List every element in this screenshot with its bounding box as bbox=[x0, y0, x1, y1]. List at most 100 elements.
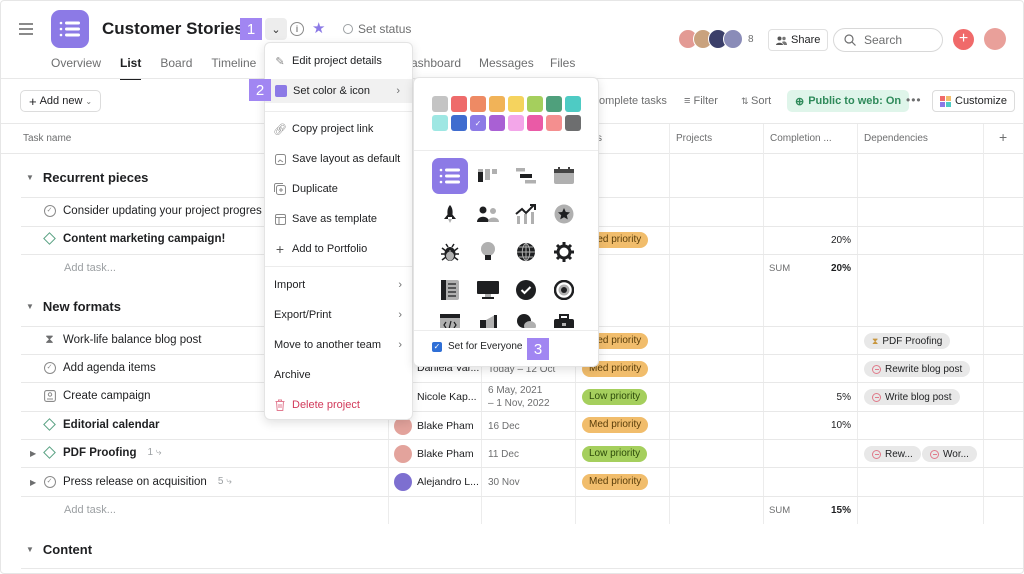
expand-subtasks-icon[interactable]: ▶ bbox=[30, 478, 36, 487]
color-swatch[interactable] bbox=[489, 96, 505, 112]
project-members[interactable]: 8 bbox=[678, 29, 754, 49]
share-button[interactable]: Share bbox=[768, 29, 829, 51]
priority-pill[interactable]: Low priority bbox=[582, 389, 648, 405]
rocket-icon[interactable] bbox=[432, 196, 468, 232]
column-task-name[interactable]: Task name bbox=[23, 133, 71, 144]
due-date[interactable]: 11 Dec bbox=[488, 448, 519, 461]
lightbulb-icon[interactable] bbox=[470, 234, 506, 270]
milestone-diamond-icon[interactable] bbox=[43, 446, 56, 459]
priority-pill[interactable]: Med priority bbox=[582, 474, 649, 490]
color-swatch[interactable] bbox=[451, 115, 467, 131]
color-swatch[interactable] bbox=[432, 115, 448, 131]
check-circle-icon[interactable]: ✓ bbox=[43, 475, 56, 488]
menu-item-delete-project[interactable]: Delete project bbox=[274, 395, 406, 415]
color-swatch[interactable] bbox=[546, 115, 562, 131]
priority-pill[interactable]: Med priority bbox=[582, 417, 649, 433]
subtask-count[interactable]: 1 ⤷ bbox=[147, 447, 161, 458]
menu-item-duplicate[interactable]: Duplicate bbox=[274, 179, 406, 199]
color-swatch[interactable] bbox=[470, 96, 486, 112]
color-swatch[interactable] bbox=[527, 96, 543, 112]
approval-icon[interactable] bbox=[43, 389, 56, 402]
color-swatch[interactable] bbox=[432, 96, 448, 112]
check-icon[interactable] bbox=[508, 272, 544, 308]
task-row[interactable]: PDF Proofing 1 ⤷ bbox=[43, 446, 161, 459]
globe-icon[interactable] bbox=[508, 234, 544, 270]
more-options-icon[interactable]: ••• bbox=[906, 93, 922, 107]
set-status-button[interactable]: Set status bbox=[343, 22, 411, 36]
hourglass-icon[interactable]: ⧗ bbox=[43, 332, 56, 346]
menu-item-set-color-icon[interactable]: Set color & icon › bbox=[265, 79, 412, 103]
add-task-button[interactable]: Add task... bbox=[64, 504, 116, 516]
star-icon[interactable]: ★ bbox=[312, 19, 325, 37]
section-content[interactable]: ▼ Content bbox=[26, 542, 92, 557]
add-task-button[interactable]: Add task... bbox=[64, 262, 116, 274]
collapse-triangle-icon[interactable]: ▼ bbox=[26, 173, 34, 182]
due-date[interactable]: 6 May, 2021 – 1 Nov, 2022 bbox=[488, 384, 550, 410]
task-row[interactable]: ⧗ Work-life balance blog post bbox=[43, 332, 201, 346]
milestone-diamond-icon[interactable] bbox=[43, 232, 56, 245]
set-for-everyone-option[interactable]: ✓ Set for Everyone bbox=[432, 341, 522, 352]
target-icon[interactable] bbox=[546, 272, 582, 308]
task-row[interactable]: Content marketing campaign! bbox=[43, 232, 225, 245]
code-icon[interactable] bbox=[432, 310, 468, 328]
quick-add-button[interactable]: + bbox=[953, 29, 974, 50]
info-icon[interactable]: i bbox=[290, 22, 304, 36]
timeline-icon[interactable] bbox=[508, 158, 544, 194]
star-badge-icon[interactable] bbox=[546, 196, 582, 232]
project-title[interactable]: Customer Stories - bbox=[102, 19, 254, 39]
task-row[interactable]: Create campaign bbox=[43, 389, 151, 402]
bug-icon[interactable] bbox=[432, 234, 468, 270]
column-projects[interactable]: Projects bbox=[676, 133, 712, 144]
calendar-icon[interactable] bbox=[546, 158, 582, 194]
search-input[interactable]: Search bbox=[833, 28, 943, 52]
list-icon[interactable] bbox=[432, 158, 468, 194]
megaphone-icon[interactable] bbox=[470, 310, 506, 328]
section-new-formats[interactable]: ▼ New formats bbox=[26, 299, 121, 314]
menu-item-export-print[interactable]: Export/Print › bbox=[274, 305, 406, 325]
chat-icon[interactable] bbox=[508, 310, 544, 328]
gear-icon[interactable] bbox=[546, 234, 582, 270]
tab-messages[interactable]: Messages bbox=[479, 56, 534, 70]
color-swatch[interactable] bbox=[546, 96, 562, 112]
sort-button[interactable]: ⇅ Sort bbox=[741, 95, 771, 107]
color-swatch[interactable] bbox=[565, 96, 581, 112]
dependency-chip[interactable]: Wor... bbox=[922, 446, 977, 462]
color-swatch[interactable] bbox=[508, 115, 524, 131]
subtask-count[interactable]: 5 ⤷ bbox=[218, 476, 232, 487]
menu-item-save-layout[interactable]: Save layout as default bbox=[274, 149, 406, 169]
add-new-button[interactable]: + Add new ⌄ bbox=[20, 90, 102, 112]
people-icon[interactable] bbox=[470, 196, 506, 232]
color-swatch[interactable] bbox=[489, 115, 505, 131]
customize-button[interactable]: Customize bbox=[932, 90, 1015, 112]
dependency-chip[interactable]: Rewrite blog post bbox=[864, 361, 971, 377]
color-swatch[interactable] bbox=[508, 96, 524, 112]
add-column-button[interactable]: + bbox=[999, 129, 1007, 145]
collapse-triangle-icon[interactable]: ▼ bbox=[26, 302, 34, 311]
due-date[interactable]: 30 Nov bbox=[488, 476, 520, 489]
task-row[interactable]: ✓ Press release on acquisition 5 ⤷ bbox=[43, 475, 232, 488]
tab-overview[interactable]: Overview bbox=[51, 56, 101, 80]
column-completion[interactable]: Completion ... bbox=[770, 133, 832, 144]
project-menu-chevron-icon[interactable]: ⌄ bbox=[265, 18, 287, 40]
expand-subtasks-icon[interactable]: ▶ bbox=[30, 449, 36, 458]
color-swatch[interactable]: ✓ bbox=[470, 115, 486, 131]
tab-board[interactable]: Board bbox=[160, 56, 192, 80]
collapse-triangle-icon[interactable]: ▼ bbox=[26, 545, 34, 554]
user-avatar[interactable] bbox=[984, 28, 1006, 50]
dependency-chip[interactable]: Rew... bbox=[864, 446, 921, 462]
trending-icon[interactable] bbox=[508, 196, 544, 232]
set-for-everyone-checkbox[interactable]: ✓ bbox=[432, 341, 442, 352]
milestone-diamond-icon[interactable] bbox=[43, 418, 56, 431]
tab-dashboard[interactable]: ashboard bbox=[411, 56, 461, 70]
menu-item-copy-project-link[interactable]: 🔗︎ Copy project link bbox=[273, 119, 406, 139]
filter-button[interactable]: ≡ Filter bbox=[684, 95, 718, 107]
briefcase-icon[interactable] bbox=[546, 310, 582, 328]
priority-pill[interactable]: Low priority bbox=[582, 446, 648, 462]
menu-item-save-as-template[interactable]: Save as template bbox=[274, 209, 406, 229]
board-icon[interactable] bbox=[470, 158, 506, 194]
tab-files[interactable]: Files bbox=[550, 56, 575, 70]
section-recurrent-pieces[interactable]: ▼ Recurrent pieces bbox=[26, 170, 148, 185]
menu-item-archive[interactable]: Archive bbox=[274, 365, 406, 385]
menu-item-add-to-portfolio[interactable]: + Add to Portfolio bbox=[274, 239, 406, 259]
menu-item-edit-project-details[interactable]: ✎ Edit project details bbox=[274, 51, 406, 71]
